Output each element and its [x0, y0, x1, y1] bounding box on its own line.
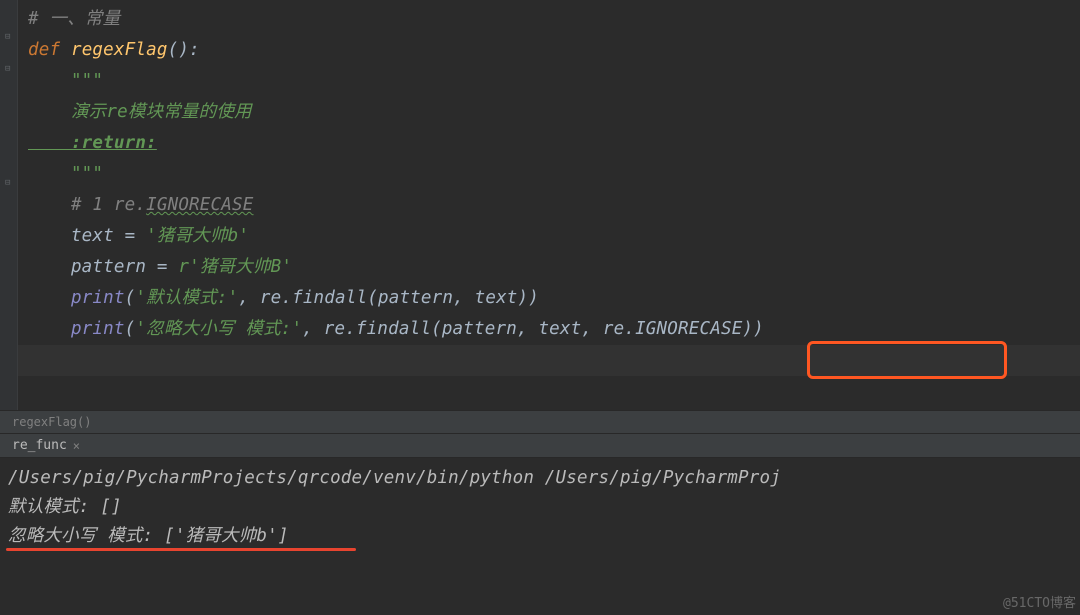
gutter: ⊟ ⊟ ⊟	[0, 0, 18, 410]
console-line: 忽略大小写 模式: ['猪哥大帅b']	[8, 522, 1072, 551]
run-tab-bar: re_func ×	[0, 434, 1080, 458]
console-line: /Users/pig/PycharmProjects/qrcode/venv/b…	[8, 464, 1072, 493]
code-editor[interactable]: ⊟ ⊟ ⊟ # 一、常量 def regexFlag(): """ 演示re模块…	[0, 0, 1080, 410]
run-console[interactable]: /Users/pig/PycharmProjects/qrcode/venv/b…	[0, 458, 1080, 555]
code-line[interactable]: def regexFlag():	[24, 35, 1080, 66]
code-line[interactable]: :return:	[24, 128, 1080, 159]
code-line[interactable]: # 1 re.IGNORECASE	[24, 190, 1080, 221]
run-tab-label: re_func	[12, 438, 67, 453]
code-line[interactable]: text = '猪哥大帅b'	[24, 221, 1080, 252]
close-icon[interactable]: ×	[73, 439, 80, 453]
console-line: 默认模式: []	[8, 493, 1072, 522]
fold-marker-icon[interactable]: ⊟	[5, 64, 10, 74]
code-line[interactable]: print('忽略大小写 模式:', re.findall(pattern, t…	[24, 314, 1080, 345]
fold-marker-icon[interactable]: ⊟	[5, 32, 10, 42]
code-line[interactable]: """	[24, 159, 1080, 190]
annotation-underline	[6, 548, 356, 551]
breadcrumb-function[interactable]: regexFlag()	[12, 415, 91, 429]
annotation-highlight-box	[807, 341, 1007, 379]
code-line[interactable]: # 一、常量	[24, 4, 1080, 35]
code-line[interactable]: print('默认模式:', re.findall(pattern, text)…	[24, 283, 1080, 314]
code-line[interactable]: pattern = r'猪哥大帅B'	[24, 252, 1080, 283]
watermark: @51CTO博客	[1003, 592, 1076, 611]
code-area[interactable]: # 一、常量 def regexFlag(): """ 演示re模块常量的使用 …	[0, 0, 1080, 345]
breadcrumb-bar: regexFlag()	[0, 410, 1080, 434]
code-line[interactable]: 演示re模块常量的使用	[24, 97, 1080, 128]
fold-marker-icon[interactable]: ⊟	[5, 178, 10, 188]
run-tab[interactable]: re_func ×	[6, 436, 86, 455]
code-line[interactable]: """	[24, 66, 1080, 97]
